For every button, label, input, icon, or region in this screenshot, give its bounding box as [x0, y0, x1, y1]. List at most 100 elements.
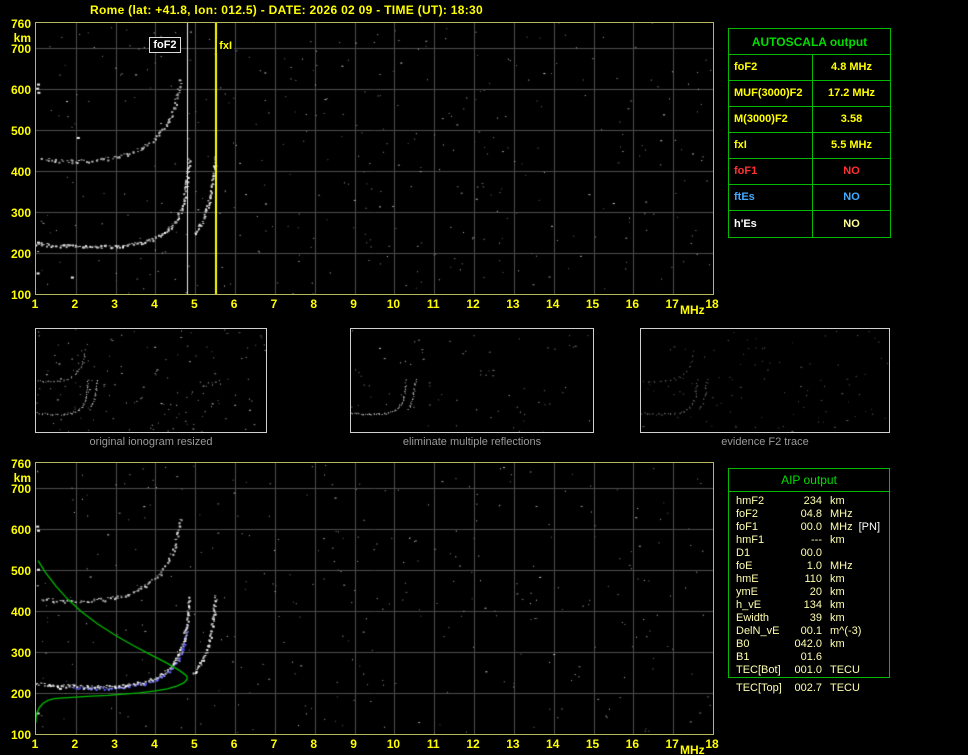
aip-row: foE 1.0 MHz [729, 560, 889, 573]
y-tick-label: 200 [10, 246, 31, 261]
y-tick-label: 400 [10, 604, 31, 619]
autoscala-value: 4.8 MHz [831, 61, 872, 73]
aip-value: 01.6 [800, 651, 822, 663]
x-tick-label: 16 [625, 297, 640, 311]
aip-unit: km [830, 534, 845, 546]
aip-value: 1.0 [806, 560, 822, 572]
x-tick-label: 4 [151, 297, 158, 311]
x-tick-label: 14 [546, 297, 560, 311]
x-tick-label: 2 [71, 737, 79, 751]
y-tick-label: 500 [10, 123, 31, 138]
x-axis-unit: MHz [680, 743, 705, 755]
aip-pn-flag: [PN] [858, 521, 881, 533]
x-tick-label: 13 [506, 297, 520, 311]
x-tick-label: 11 [426, 737, 440, 751]
x-tick-label: 5 [190, 737, 198, 751]
autoscala-row: MUF(3000)F2 17.2 MHz [729, 81, 890, 107]
aip-param: h_vE [736, 599, 762, 611]
profile-ionogram-canvas [35, 462, 714, 735]
aip-unit: km [830, 573, 845, 585]
thumbnail-caption-no-multiples: eliminate multiple reflections [402, 436, 542, 448]
aip-table-body: hmF2 234 km foF2 04.8 MHz foF1 00.0 MHz [PN] hmF1 -… [729, 495, 889, 677]
aip-unit: km [830, 638, 845, 650]
autoscala-row: ftEs NO [729, 185, 890, 211]
aip-unit: km [830, 599, 845, 611]
aip-row: B1 01.6 [729, 651, 889, 664]
y-axis-unit: km [13, 31, 31, 45]
x-tick-label: 8 [310, 297, 318, 311]
x-tick-label: 9 [350, 737, 357, 751]
autoscala-window: Rome (lat: +41.8, lon: 012.5) - DATE: 20… [0, 0, 968, 755]
aip-row: hmF1 --- km [729, 534, 889, 547]
aip-value: 04.8 [800, 508, 822, 520]
aip-unit: km [830, 495, 845, 507]
autoscala-value: NO [843, 218, 860, 230]
autoscala-output-table: AUTOSCALA output foF2 4.8 MHz MUF(3000)F2 1… [728, 28, 891, 238]
y-tick-label: 600 [10, 82, 31, 97]
autoscala-param: h'Es [729, 211, 813, 237]
aip-value: 134 [803, 599, 822, 611]
autoscala-param: fxI [729, 133, 813, 158]
aip-unit: TECU [830, 682, 860, 694]
aip-value: 110 [804, 573, 822, 585]
aip-tec-top-row: TEC[Top] 002.7 TECU [728, 682, 890, 695]
x-tick-label: 12 [466, 297, 480, 311]
aip-value: 20 [809, 586, 822, 598]
aip-row: foF2 04.8 MHz [729, 508, 889, 521]
aip-param: hmE [736, 573, 759, 585]
x-tick-label: 7 [270, 297, 278, 311]
aip-row: DelN_vE 00.1 m^(-3) [729, 625, 889, 638]
aip-value: --- [811, 534, 822, 546]
autoscala-value: 17.2 MHz [827, 87, 876, 99]
autoscala-param: M(3000)F2 [729, 107, 813, 132]
x-tick-label: 2 [71, 297, 79, 311]
aip-param: ymE [736, 586, 758, 598]
autoscala-param: foF1 [729, 159, 813, 184]
x-tick-label: 15 [585, 737, 600, 751]
y-tick-label: 600 [10, 522, 31, 537]
y-tick-label: 400 [10, 164, 31, 179]
x-tick-label: 10 [386, 297, 401, 311]
thumbnail-original-ionogram-canvas [35, 328, 267, 433]
aip-unit: MHz [830, 521, 853, 533]
x-tick-label: 8 [310, 737, 318, 751]
y-tick-label: 300 [10, 645, 31, 660]
x-tick-label: 13 [506, 737, 520, 751]
x-tick-label: 9 [350, 297, 357, 311]
aip-row: h_vE 134 km [729, 599, 889, 612]
page-title: Rome (lat: +41.8, lon: 012.5) - DATE: 20… [90, 3, 483, 17]
x-tick-label: 14 [546, 737, 560, 751]
fof2-marker-label: foF2 [149, 37, 181, 53]
y-tick-label: 760 [10, 457, 31, 471]
autoscala-table-body: foF2 4.8 MHz MUF(3000)F2 17.2 MHz M(3000)F2 3… [729, 55, 890, 237]
aip-row: hmE 110 km [729, 573, 889, 586]
aip-row: foF1 00.0 MHz [PN] [729, 521, 889, 534]
x-tick-label: 4 [151, 737, 158, 751]
x-tick-label: 5 [190, 297, 198, 311]
x-tick-label: 16 [625, 737, 640, 751]
aip-value: 00.0 [800, 521, 822, 533]
aip-param: Ewidth [736, 612, 770, 624]
autoscala-value: 3.58 [840, 113, 863, 125]
autoscala-table-title: AUTOSCALA output [729, 29, 890, 55]
aip-param: DelN_vE [736, 625, 780, 637]
x-tick-label: 3 [111, 297, 118, 311]
aip-unit: m^(-3) [830, 625, 862, 637]
x-tick-label: 12 [466, 737, 480, 751]
aip-row: D1 00.0 [729, 547, 889, 560]
aip-param: B1 [736, 651, 750, 663]
autoscala-value: NO [843, 191, 860, 203]
aip-row: Ewidth 39 km [729, 612, 889, 625]
aip-value: 00.1 [800, 625, 822, 637]
aip-row: ymE 20 km [729, 586, 889, 599]
aip-param: D1 [736, 547, 751, 559]
aip-value: 001.0 [794, 664, 822, 676]
x-tick-label: 10 [386, 737, 401, 751]
aip-value: 002.7 [794, 682, 822, 694]
aip-value: 234 [803, 495, 822, 507]
x-tick-label: 11 [426, 297, 440, 311]
aip-unit: km [830, 612, 845, 624]
autoscala-param: ftEs [729, 185, 813, 210]
aip-param: foF1 [736, 521, 759, 533]
aip-value: 042.0 [794, 638, 822, 650]
